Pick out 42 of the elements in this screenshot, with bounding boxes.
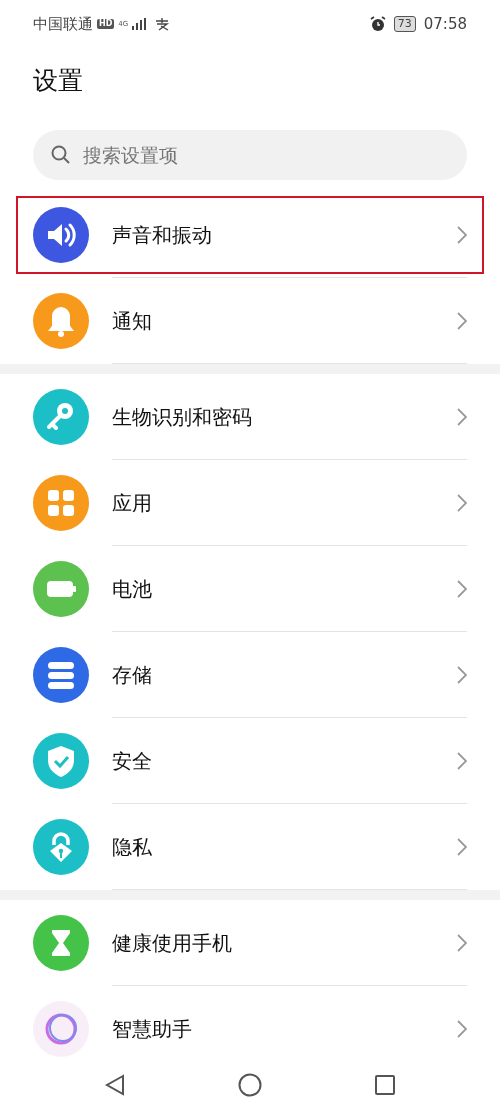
signal-icon [132, 18, 147, 30]
recents-icon[interactable] [374, 1073, 396, 1096]
alarm-clock-icon [369, 16, 386, 32]
chevron-icon [457, 837, 467, 856]
item-label: 隐私 [112, 833, 152, 861]
search-icon [51, 145, 71, 165]
chevron-icon [457, 311, 467, 330]
battery-level: 73 [393, 16, 416, 32]
chevron-icon [457, 225, 467, 244]
chevron-icon [457, 493, 467, 512]
chevron-icon [457, 665, 467, 684]
settings-item[interactable]: 智慧助手 [0, 986, 500, 1058]
carrier-name: 中国联通 [33, 13, 93, 35]
chevron-icon [457, 1020, 467, 1038]
item-label: 存储 [112, 661, 152, 689]
chevron-icon [457, 579, 467, 598]
page-title: 设置 [32, 65, 84, 97]
chevron-icon [457, 751, 467, 770]
settings-item[interactable]: 生物识别和密码 [0, 374, 500, 460]
item-label: 智慧助手 [112, 1016, 192, 1043]
settings-item[interactable]: 电池 [0, 546, 500, 632]
chevron-icon [457, 407, 467, 426]
back-icon[interactable] [104, 1073, 126, 1096]
payment-icon [154, 17, 171, 31]
item-label: 应用 [112, 489, 152, 517]
settings-item[interactable]: 声音和振动 [12, 192, 488, 278]
home-icon[interactable] [238, 1072, 262, 1097]
settings-item[interactable]: 健康使用手机 [0, 900, 500, 986]
search-field[interactable]: 搜索设置项 [33, 130, 467, 180]
status-time: 07:58 [423, 13, 467, 35]
chevron-icon [457, 933, 467, 952]
settings-item[interactable]: 存储 [0, 632, 500, 718]
item-label: 电池 [112, 575, 152, 603]
item-label: 声音和振动 [112, 221, 212, 249]
item-label: 健康使用手机 [112, 929, 232, 957]
item-label: 安全 [112, 747, 152, 775]
ring-icon [33, 1001, 89, 1057]
item-label: 生物识别和密码 [112, 403, 252, 431]
item-label: 通知 [112, 307, 152, 335]
settings-item[interactable]: 安全 [0, 718, 500, 804]
hd-badge: HD [97, 19, 115, 29]
settings-item[interactable]: 应用 [0, 460, 500, 546]
